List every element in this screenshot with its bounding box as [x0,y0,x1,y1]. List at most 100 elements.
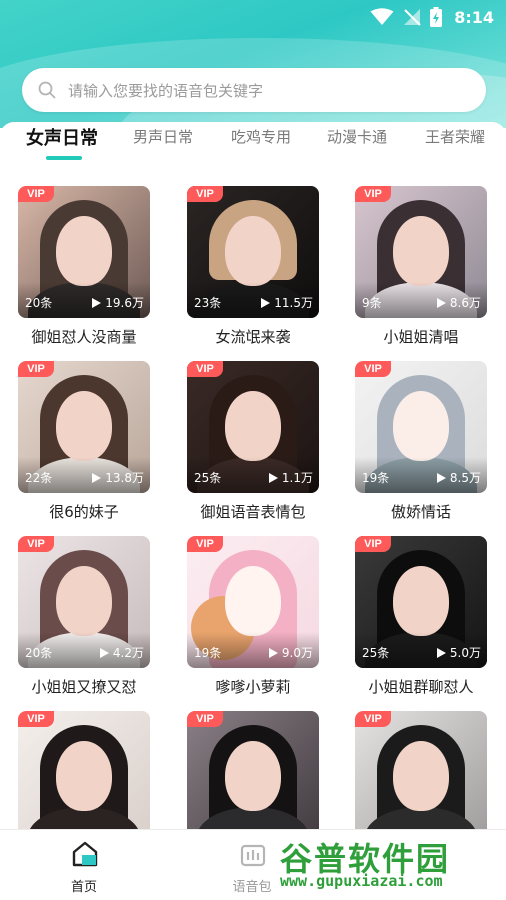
tab-honor-of-kings[interactable]: 王者荣耀 [425,126,485,147]
play-count: 4.2万 [99,644,144,661]
status-time: 8:14 [454,7,494,27]
play-count-value: 5.0万 [449,646,481,660]
play-count: 8.6万 [436,294,481,311]
play-icon [436,297,446,308]
voice-pack-cover: VIP 23条 11.5万 [187,186,319,318]
no-signal-icon [404,9,421,26]
watermark: 谷普软件园 www.gupuxiazai.com [276,832,500,896]
tab-male-daily[interactable]: 男声日常 [133,126,193,147]
play-count-value: 1.1万 [281,471,313,485]
voice-pack-title: 女流氓来袭 [215,328,291,346]
voice-pack-title: 御姐语音表情包 [200,503,306,521]
app-screen: 8:14 请输入您要找的语音包关键字 女声日常 男声日常 吃鸡专用 动漫卡通 王… [0,0,506,900]
play-count-value: 8.6万 [449,296,481,310]
vip-badge: VIP [18,186,54,202]
clip-count: 20条 [25,646,53,660]
voice-pack-title: 小姐姐清唱 [383,328,459,346]
voice-pack-cover: VIP 25条 5.0万 [355,536,487,668]
voice-pack-card[interactable]: VIP 25条 5.0万 小姐姐群聊怼人 [355,536,487,697]
play-count: 9.0万 [268,644,313,661]
voice-pack-cover: VIP 22条 13.8万 [18,361,150,493]
voice-pack-card[interactable]: VIP 20条 19.6万 御姐怼人没商量 [18,186,150,347]
voice-pack-cover: VIP [18,711,150,843]
nav-item-home[interactable]: 首页 [24,830,144,900]
voice-pack-cover: VIP [187,711,319,843]
search-icon [38,81,56,99]
play-icon [261,297,271,308]
voice-pack-cover: VIP 19条 8.5万 [355,361,487,493]
clip-count: 23条 [194,296,222,310]
play-count: 8.5万 [436,469,481,486]
voice-pack-title: 御姐怼人没商量 [31,328,137,346]
vip-badge: VIP [18,711,54,727]
vip-badge: VIP [355,711,391,727]
tab-anime-cartoon[interactable]: 动漫卡通 [327,126,387,147]
voice-pack-title: 小姐姐群聊怼人 [368,678,474,696]
play-count-value: 9.0万 [281,646,313,660]
play-count-value: 19.6万 [105,296,144,310]
tab-pubg[interactable]: 吃鸡专用 [231,126,291,147]
play-icon [92,472,102,483]
voice-pack-card[interactable]: VIP 22条 13.8万 很6的妹子 [18,361,150,522]
voice-pack-card[interactable]: VIP 9条 8.6万 小姐姐清唱 [355,186,487,347]
voice-pack-cover: VIP 25条 1.1万 [187,361,319,493]
voice-pack-title: 傲娇情话 [390,503,451,521]
category-tabs: 女声日常 男声日常 吃鸡专用 动漫卡通 王者荣耀 [0,122,506,168]
voice-pack-card[interactable]: VIP [18,711,150,843]
voice-pack-cover: VIP 9条 8.6万 [355,186,487,318]
voice-pack-card[interactable]: VIP [355,711,487,843]
voice-pack-title: 小姐姐又撩又怼 [31,678,137,696]
vip-badge: VIP [18,361,54,377]
cover-figure-face [56,566,112,636]
play-icon [99,647,109,658]
active-tab-indicator [46,156,82,160]
clip-count: 19条 [362,471,390,485]
cover-figure-face [225,741,281,811]
vip-badge: VIP [355,536,391,552]
tab-female-daily[interactable]: 女声日常 [26,124,98,150]
cover-figure-face [393,566,449,636]
vip-badge: VIP [187,186,223,202]
play-icon [268,647,278,658]
clip-count: 9条 [362,296,382,310]
clip-count: 25条 [362,646,390,660]
voice-pack-card[interactable]: VIP [187,711,319,843]
cover-figure-face [393,216,449,286]
nav-label-home: 首页 [70,880,97,895]
search-input[interactable]: 请输入您要找的语音包关键字 [22,68,486,112]
voice-pack-card[interactable]: VIP 19条 9.0万 嗲嗲小萝莉 [187,536,319,697]
play-icon [92,297,102,308]
voice-pack-cover: VIP 20条 19.6万 [18,186,150,318]
play-count: 11.5万 [261,294,313,311]
play-count: 1.1万 [268,469,313,486]
voice-pack-card[interactable]: VIP 19条 8.5万 傲娇情话 [355,361,487,522]
voice-pack-card[interactable]: VIP 20条 4.2万 小姐姐又撩又怼 [18,536,150,697]
cover-figure-face [225,566,281,636]
vip-badge: VIP [355,186,391,202]
play-icon [436,472,446,483]
vip-badge: VIP [187,361,223,377]
clip-count: 19条 [194,646,222,660]
cover-figure-face [225,391,281,461]
cover-figure-face [56,216,112,286]
voice-pack-title: 很6的妹子 [49,503,119,521]
watermark-url: www.gupuxiazai.com [280,872,443,890]
wifi-icon [370,8,394,25]
play-icon [268,472,278,483]
play-count: 13.8万 [92,469,144,486]
home-icon [72,841,98,867]
search-placeholder: 请输入您要找的语音包关键字 [68,81,264,100]
clip-count: 22条 [25,471,53,485]
voice-pack-card[interactable]: VIP 25条 1.1万 御姐语音表情包 [187,361,319,522]
play-count-value: 11.5万 [274,296,313,310]
voice-pack-card[interactable]: VIP 23条 11.5万 女流氓来袭 [187,186,319,347]
vip-badge: VIP [18,536,54,552]
voice-pack-icon [240,844,266,867]
play-count-value: 8.5万 [449,471,481,485]
play-count: 19.6万 [92,294,144,311]
voice-pack-title: 嗲嗲小萝莉 [215,678,291,696]
status-bar: 8:14 [0,0,506,34]
vip-badge: VIP [187,536,223,552]
cover-figure-face [56,391,112,461]
play-icon [436,647,446,658]
